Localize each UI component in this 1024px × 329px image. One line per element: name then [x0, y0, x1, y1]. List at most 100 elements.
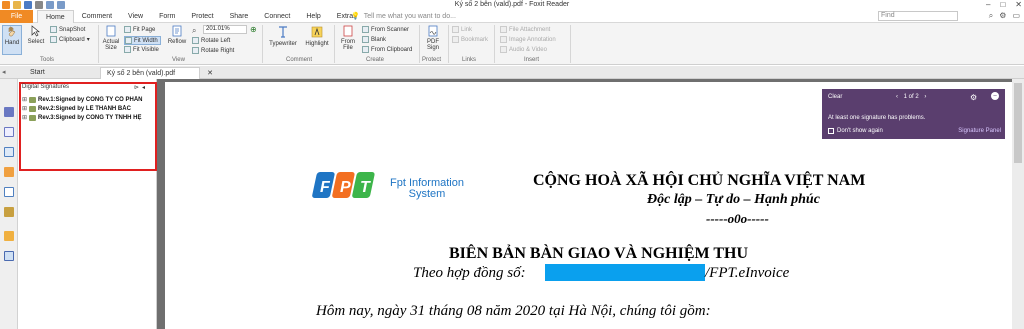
typewriter-button[interactable]: Typewriter [266, 25, 300, 55]
select-tool-button[interactable]: Select [25, 25, 47, 55]
tab-connect[interactable]: Connect [256, 10, 298, 24]
checkbox-icon [828, 128, 834, 134]
logo-text: Fpt Information System [390, 178, 464, 200]
scrollbar-thumb[interactable] [1014, 83, 1022, 163]
security-panel-icon[interactable] [4, 207, 14, 217]
search-icon[interactable]: ⌕ [989, 11, 993, 21]
clipboard-label: Clipboard [59, 36, 85, 43]
fit-width-button[interactable]: Fit Width [124, 36, 161, 45]
media-icon [500, 46, 507, 53]
find-input[interactable]: Find [878, 11, 958, 21]
file-menu-button[interactable]: File [0, 10, 33, 23]
pages-panel-icon[interactable] [4, 127, 14, 137]
title-bar: Ký số 2 bên (vald).pdf - Foxit Reader – … [0, 0, 1024, 10]
signature-panel-link[interactable]: Signature Panel [958, 128, 1001, 134]
rotate-left-label: Rotate Left [201, 37, 231, 44]
settings-icon[interactable]: ⚙ [999, 11, 1006, 21]
dont-show-again-checkbox[interactable]: Don't show again [828, 128, 883, 134]
zoom-search-icon[interactable]: ⌕ [192, 26, 196, 36]
divider [419, 25, 420, 63]
signature-icon [29, 114, 37, 121]
file-attachment-button[interactable]: File Attachment [500, 26, 550, 33]
signature-row[interactable]: ⊞ Rev.1:Signed by CÔNG TY CỔ PHẦN [22, 96, 153, 103]
audio-video-button[interactable]: Audio & Video [500, 46, 547, 53]
next-icon[interactable]: › [924, 94, 926, 100]
expand-icon[interactable]: ⊞ [22, 105, 27, 112]
pin-icon[interactable]: ⊳ [134, 84, 139, 91]
from-file-label: From File [341, 39, 355, 51]
actual-size-button[interactable]: Actual Size [101, 25, 121, 57]
clear-button[interactable]: Clear [828, 94, 842, 100]
select-label: Select [27, 39, 45, 45]
logo-text-line2: System [408, 188, 446, 200]
group-insert: Insert [524, 57, 540, 63]
highlight-button[interactable]: Highlight [303, 25, 331, 55]
tab-share[interactable]: Share [222, 10, 257, 24]
bookmark-label: Bookmark [461, 36, 489, 43]
tab-view[interactable]: View [120, 10, 151, 24]
previous-icon[interactable]: ‹ [896, 94, 898, 100]
attachments-panel-icon[interactable] [4, 187, 14, 197]
layers-panel-icon[interactable] [4, 147, 14, 157]
tab-help[interactable]: Help [298, 10, 328, 24]
expand-icon[interactable]: ⊞ [22, 96, 27, 103]
gear-icon[interactable]: ⚙ [970, 93, 977, 102]
from-file-icon [343, 25, 353, 37]
divider [262, 25, 263, 63]
clipboard-icon [50, 36, 57, 43]
bookmark-button[interactable]: Bookmark [452, 36, 488, 43]
restore-icon[interactable]: ▭ [1012, 11, 1020, 21]
rotate-right-button[interactable]: Rotate Right [192, 47, 234, 54]
tab-form[interactable]: Form [151, 10, 183, 24]
tab-home[interactable]: Home [37, 10, 74, 24]
snapshot-button[interactable]: SnapShot [50, 26, 85, 33]
tell-me-box[interactable]: 💡 Tell me what you want to do... [351, 12, 456, 21]
snapshot-icon [50, 26, 57, 33]
blank-label: Blank [371, 36, 387, 43]
lock-panel-icon[interactable] [4, 231, 14, 241]
divider [570, 25, 571, 63]
maximize-icon[interactable]: □ [1000, 0, 1005, 10]
link-button[interactable]: Link [452, 26, 472, 33]
window-title: Ký số 2 bên (vald).pdf - Foxit Reader [454, 1, 570, 8]
tab-protect[interactable]: Protect [183, 10, 221, 24]
link-icon [452, 26, 459, 33]
bookmark-panel-icon[interactable] [4, 107, 14, 117]
tab-comment[interactable]: Comment [74, 10, 120, 24]
collapse-panel-icon[interactable]: ◂ [142, 84, 145, 91]
signature-row[interactable]: ⊞ Rev.2:Signed by LÊ THANH BẮC [22, 105, 153, 112]
signature-row[interactable]: ⊞ Rev.3:Signed by CÔNG TY TNHH HỆ [22, 114, 153, 121]
tab-document[interactable]: Ký số 2 bên (vald).pdf ✕ [100, 67, 213, 79]
link-label: Link [461, 26, 473, 33]
blank-button[interactable]: Blank [362, 36, 386, 43]
rotate-left-button[interactable]: Rotate Left [192, 37, 230, 44]
minimize-icon[interactable]: – [986, 0, 990, 10]
image-annotation-button[interactable]: Image Annotation [500, 36, 556, 43]
hand-tool-button[interactable]: Hand [2, 25, 22, 55]
group-tools: Tools [40, 57, 55, 63]
expand-icon[interactable]: ⊞ [22, 114, 27, 121]
from-file-button[interactable]: From File [337, 25, 359, 57]
from-scanner-button[interactable]: From Scanner [362, 26, 409, 33]
signature-panel-icon[interactable] [4, 251, 14, 261]
signatures-panel-title: Digital Signatures [22, 84, 70, 90]
fit-width-label: Fit Width [134, 37, 158, 44]
close-notification-icon[interactable]: – [991, 92, 999, 100]
ribbon-tabs: Home Comment View Form Protect Share Con… [37, 10, 365, 24]
comments-panel-icon[interactable] [4, 167, 14, 177]
tab-start[interactable]: Start [24, 67, 51, 79]
zoom-in-icon[interactable]: ⊕ [250, 25, 257, 34]
window-controls: – □ ✕ [986, 0, 1022, 10]
close-icon[interactable]: ✕ [1015, 0, 1022, 10]
tab-scroll-left-icon[interactable]: ◂ [2, 68, 6, 76]
fit-visible-button[interactable]: Fit Visible [124, 46, 159, 53]
zoom-select[interactable]: 201.01% [203, 25, 247, 34]
fit-page-button[interactable]: Fit Page [124, 26, 155, 33]
clipboard-button[interactable]: Clipboard ▾ [50, 36, 90, 43]
reflow-button[interactable]: Reflow [166, 25, 188, 55]
from-clipboard-button[interactable]: From Clipboard [362, 46, 412, 53]
pager-label: 1 of 2 [903, 94, 919, 100]
divider [494, 25, 495, 63]
pdf-sign-button[interactable]: PDF Sign [422, 25, 444, 57]
vertical-scrollbar[interactable] [1012, 79, 1024, 329]
